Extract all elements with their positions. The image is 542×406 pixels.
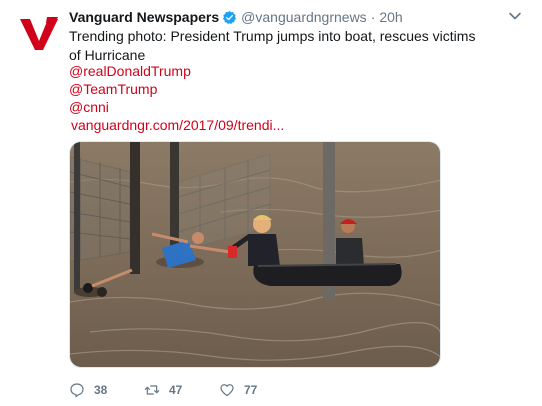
timestamp[interactable]: 20h [379,9,402,25]
handle[interactable]: @vanguardngrnews [241,9,367,25]
tweet-header: Vanguard Newspapers @vanguardngrnews · 2… [69,8,403,26]
tweet-card[interactable]: Vanguard Newspapers @vanguardngrnews · 2… [0,0,542,406]
retweet-count: 47 [169,383,183,397]
like-count: 77 [244,383,258,397]
photo-illustration [70,142,440,367]
heart-icon [220,384,234,397]
mention-link[interactable]: @cnni [69,98,109,117]
reply-button[interactable]: 38 [69,382,144,398]
retweet-button[interactable]: 47 [144,382,219,398]
reply-count: 38 [94,383,108,397]
display-name[interactable]: Vanguard Newspapers [69,9,219,25]
verified-badge-icon [222,10,237,25]
mention-link[interactable]: @TeamTrump [69,80,157,99]
vanguard-logo-icon [17,11,61,55]
retweet-icon [144,385,160,395]
tweet-text: Trending photo: President Trump jumps in… [69,28,476,63]
avatar[interactable] [17,11,61,55]
more-options-chevron-icon[interactable] [508,9,522,23]
mention-link[interactable]: @realDonaldTrump [69,62,191,81]
flood-rescue-photo[interactable] [69,141,441,368]
article-link[interactable]: vanguardngr.com/2017/09/trendi... [71,116,284,135]
like-button[interactable]: 77 [219,382,279,398]
tweet-actions: 38 47 77 [69,379,279,401]
separator-dot: · [370,9,376,25]
reply-icon [70,383,84,398]
